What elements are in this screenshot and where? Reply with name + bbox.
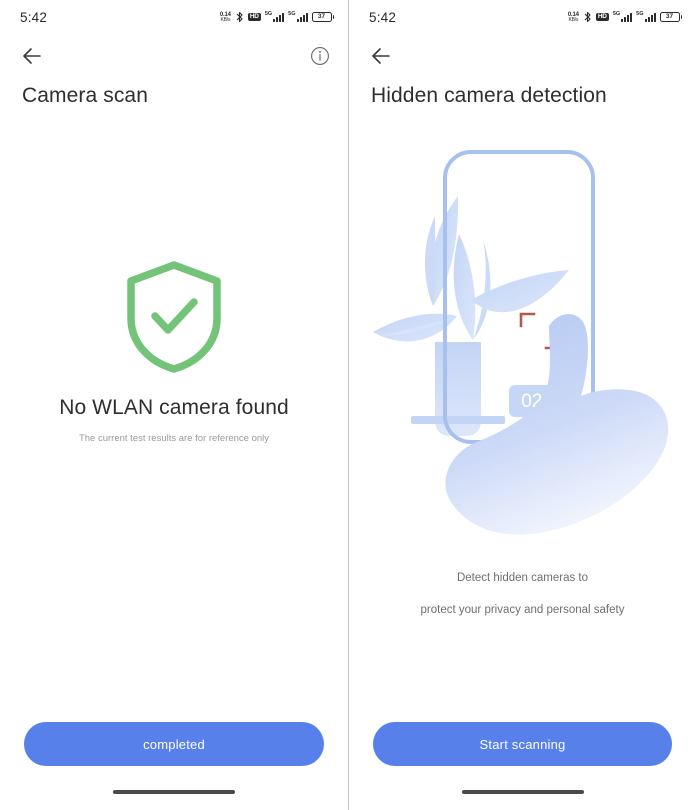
hidden-camera-detection-screen: 5:42 0.14 KB/s HD 5G 5G 37 Hidden camera… bbox=[348, 0, 696, 810]
status-bar: 5:42 0.14 KB/s HD 5G 5G 37 bbox=[349, 0, 696, 34]
network-speed-unit: KB/s bbox=[568, 16, 579, 23]
status-bar-clock: 5:42 bbox=[20, 9, 48, 25]
network-speed-indicator: 0.14 KB/s bbox=[220, 12, 231, 23]
info-icon[interactable] bbox=[310, 46, 330, 66]
completed-button[interactable]: completed bbox=[24, 722, 324, 766]
camera-scan-screen: 5:42 0.14 KB/s HD 5G 5G 37 Camera scan N… bbox=[0, 0, 348, 810]
start-scanning-button[interactable]: Start scanning bbox=[373, 722, 672, 766]
sim1-network-type-label: 5G bbox=[612, 11, 621, 18]
sim2-signal-bars bbox=[644, 12, 656, 22]
battery-percent-label: 37 bbox=[659, 12, 680, 22]
page-title: Camera scan bbox=[22, 84, 148, 107]
sim2-signal-icon: 5G bbox=[288, 11, 308, 22]
network-speed-indicator: 0.14 KB/s bbox=[568, 12, 579, 23]
status-bar-clock: 5:42 bbox=[369, 9, 397, 25]
scan-result-title: No WLAN camera found bbox=[59, 396, 289, 419]
battery-percent-label: 37 bbox=[311, 12, 332, 22]
bottom-bar: completed bbox=[0, 722, 348, 810]
camera-scan-body: No WLAN camera found The current test re… bbox=[0, 108, 348, 722]
page-title: Hidden camera detection bbox=[371, 84, 607, 107]
app-bar bbox=[0, 34, 348, 78]
bluetooth-icon bbox=[583, 11, 592, 23]
back-arrow-icon[interactable] bbox=[369, 44, 393, 68]
dual-screenshot-container: 5:42 0.14 KB/s HD 5G 5G 37 Camera scan N… bbox=[0, 0, 696, 810]
app-bar bbox=[349, 34, 696, 78]
sim2-signal-bars bbox=[296, 12, 308, 22]
sim1-signal-bars bbox=[621, 12, 633, 22]
hd-voice-icon: HD bbox=[247, 12, 261, 22]
sim2-network-type-label: 5G bbox=[288, 11, 296, 18]
scan-result-subtitle: The current test results are for referen… bbox=[78, 433, 270, 444]
hd-voice-icon: HD bbox=[595, 12, 609, 22]
sim1-signal-icon: 5G bbox=[264, 11, 285, 22]
shield-check-icon bbox=[0, 258, 348, 376]
description-line-2: protect your privacy and personal safety bbox=[420, 604, 625, 616]
battery-icon: 37 bbox=[659, 12, 682, 22]
sim1-signal-icon: 5G bbox=[612, 11, 633, 22]
status-bar-icons: 0.14 KB/s HD 5G 5G 37 bbox=[568, 11, 682, 23]
description-line-1: Detect hidden cameras to bbox=[456, 572, 589, 584]
battery-cap bbox=[332, 15, 334, 19]
sim1-network-type-label: 5G bbox=[264, 11, 273, 18]
bottom-spacer bbox=[373, 794, 672, 810]
bottom-bar: Start scanning bbox=[349, 722, 696, 810]
status-bar-icons: 0.14 KB/s HD 5G 5G 37 bbox=[220, 11, 334, 23]
network-speed-unit: KB/s bbox=[220, 16, 231, 23]
status-bar: 5:42 0.14 KB/s HD 5G 5G 37 bbox=[0, 0, 348, 34]
sim2-signal-icon: 5G bbox=[636, 11, 656, 22]
hidden-camera-detection-body: 02:36 Detect hidden cameras to protect y… bbox=[349, 108, 696, 722]
back-arrow-icon[interactable] bbox=[20, 44, 44, 68]
sim1-signal-bars bbox=[273, 12, 285, 22]
battery-icon: 37 bbox=[311, 12, 334, 22]
battery-cap bbox=[680, 15, 682, 19]
sim2-network-type-label: 5G bbox=[636, 11, 644, 18]
bluetooth-icon bbox=[235, 11, 244, 23]
bottom-spacer bbox=[24, 794, 324, 810]
hand-holding-phone-scanning-plant-illustration: 02:36 bbox=[349, 130, 696, 550]
